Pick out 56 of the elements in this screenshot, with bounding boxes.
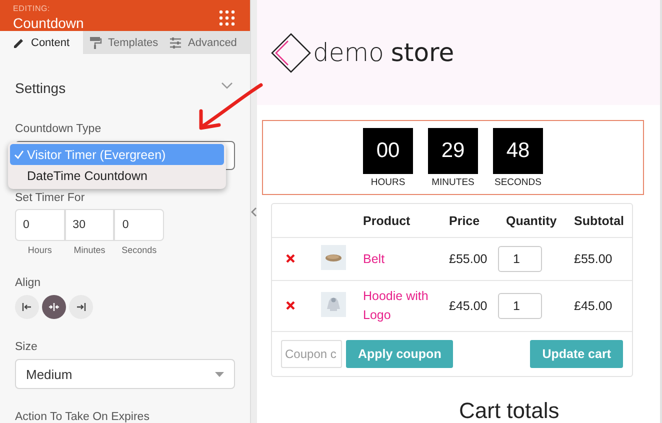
- subtotal-cell-text: £55.00: [573, 252, 614, 266]
- collapse-icon[interactable]: [251, 206, 257, 216]
- logo-text: store: [390, 38, 454, 67]
- field-caption: Hours: [28, 245, 52, 255]
- section-heading: Cart totals: [459, 399, 560, 423]
- countdown-unit-label: HOURS: [370, 177, 406, 188]
- countdown-unit-label: MINUTES: [432, 177, 474, 188]
- product-thumbnail[interactable]: [321, 245, 346, 270]
- align-center-icon[interactable]: [42, 295, 66, 319]
- field-label: Align: [15, 277, 42, 289]
- quantity-field[interactable]: 1: [498, 246, 542, 272]
- arrow-drawing: [199, 83, 263, 130]
- tab[interactable]: Templates: [83, 31, 163, 54]
- drag-handle-icon[interactable]: [219, 10, 235, 26]
- field-caption: Minutes: [74, 245, 106, 255]
- field-label: Countdown Type: [15, 123, 102, 135]
- price-cell-text: £45.00: [448, 299, 488, 313]
- subtotal-cell-text: £45.00: [573, 299, 614, 313]
- size-select[interactable]: Medium: [15, 359, 235, 389]
- number-field[interactable]: 0: [114, 209, 164, 241]
- price-cell-text: £55.00: [448, 252, 488, 266]
- align-left-icon[interactable]: [15, 295, 39, 319]
- align-right-icon[interactable]: [69, 295, 93, 319]
- product-thumbnail[interactable]: [321, 292, 346, 317]
- tab[interactable]: Advanced: [163, 31, 250, 54]
- column-header: Subtotal: [573, 214, 625, 228]
- field-caption: Seconds: [122, 245, 157, 255]
- section-title: Settings: [15, 80, 66, 96]
- number-field[interactable]: 0: [15, 209, 65, 241]
- number-field[interactable]: 30: [64, 209, 114, 241]
- panel-title: Countdown: [13, 15, 84, 31]
- dropdown-option[interactable]: DateTime Countdown: [10, 165, 224, 186]
- field-label: Action To Take On Expires: [15, 411, 150, 423]
- countdown-digits: 48: [493, 128, 543, 174]
- field-label: Set Timer For: [15, 192, 86, 204]
- editing-label: EDITING:: [13, 4, 52, 13]
- column-header: Quantity: [505, 214, 558, 228]
- quantity-field[interactable]: 1: [498, 293, 542, 319]
- remove-icon[interactable]: [286, 301, 295, 310]
- column-header: Product: [362, 214, 412, 228]
- field-label: Size: [15, 341, 38, 353]
- countdown-digits: 00: [363, 128, 413, 174]
- remove-icon[interactable]: [286, 254, 295, 263]
- countdown-unit-label: SECONDS: [494, 177, 542, 188]
- paint-roller-icon: [89, 36, 102, 50]
- product-link[interactable]: Hoodie with Logo: [363, 287, 443, 325]
- countdown-digits: 29: [428, 128, 478, 174]
- tab[interactable]: Content: [0, 31, 83, 54]
- sliders-icon: [169, 36, 182, 50]
- check-icon: [14, 150, 24, 160]
- logo-icon: [271, 32, 311, 72]
- column-header: Price: [448, 214, 481, 228]
- product-link[interactable]: Belt: [363, 250, 443, 268]
- caret-icon: [215, 372, 224, 376]
- coupon-field[interactable]: Coupon c: [281, 340, 342, 368]
- logo-text: demo: [313, 38, 384, 67]
